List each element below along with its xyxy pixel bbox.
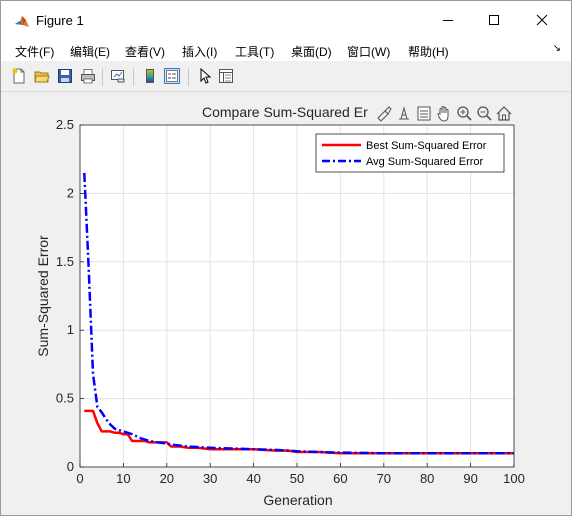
menu-insert[interactable]: 插入(I) <box>182 43 217 60</box>
x-tick-label: 70 <box>377 471 391 486</box>
toolbar-separator <box>188 68 189 86</box>
x-tick-label: 100 <box>503 471 525 486</box>
link-plot-icon[interactable] <box>110 68 126 84</box>
x-tick-label: 40 <box>246 471 260 486</box>
y-tick-label: 1.5 <box>56 254 74 269</box>
property-inspector-icon[interactable] <box>218 68 234 84</box>
menu-bar: 文件(F) 编辑(E) 查看(V) 插入(I) 工具(T) 桌面(D) 窗口(W… <box>1 39 571 61</box>
new-figure-icon[interactable] <box>11 68 27 84</box>
toolbar-separator <box>133 68 134 86</box>
open-file-icon[interactable] <box>34 68 50 84</box>
x-tick-label: 80 <box>420 471 434 486</box>
menu-edit[interactable]: 编辑(E) <box>70 43 110 60</box>
zoom-in-icon[interactable] <box>457 106 472 121</box>
menu-view[interactable]: 查看(V) <box>125 43 165 60</box>
colorbar-icon[interactable] <box>142 68 158 84</box>
close-icon <box>536 14 548 26</box>
x-tick-label: 10 <box>116 471 130 486</box>
legend[interactable]: Best Sum-Squared Error Avg Sum-Squared E… <box>315 133 505 173</box>
maximize-button[interactable] <box>471 1 517 39</box>
toolbar-separator <box>102 68 103 86</box>
menu-file[interactable]: 文件(F) <box>15 43 54 60</box>
maximize-icon <box>489 15 499 25</box>
dock-arrow-icon[interactable]: ↘ <box>553 43 561 54</box>
x-tick-label: 50 <box>290 471 304 486</box>
minimize-icon <box>443 20 453 21</box>
zoom-out-icon[interactable] <box>477 106 492 121</box>
y-tick-label: 2 <box>67 185 74 200</box>
menu-help[interactable]: 帮助(H) <box>408 43 449 60</box>
home-icon[interactable] <box>496 106 512 121</box>
chart-title: Compare Sum-Squared Er <box>202 104 368 120</box>
matlab-logo-icon <box>15 16 29 27</box>
x-tick-label: 0 <box>76 471 83 486</box>
y-tick-label: 0.5 <box>56 391 74 406</box>
x-axis-label: Generation <box>263 492 332 508</box>
window-title: Figure 1 <box>36 13 84 28</box>
x-tick-label: 20 <box>160 471 174 486</box>
axes-toolbar <box>377 106 512 122</box>
legend-icon[interactable] <box>164 68 180 84</box>
title-bar: Figure 1 <box>1 1 571 39</box>
minimize-button[interactable] <box>425 1 471 39</box>
x-tick-label: 30 <box>203 471 217 486</box>
menu-window[interactable]: 窗口(W) <box>347 43 390 60</box>
legend-label-avg: Avg Sum-Squared Error <box>366 156 484 168</box>
line-chart: 0 10 20 30 40 50 60 70 80 90 100 0 0.5 1 1.5 2 2.5 Compa… <box>35 104 525 508</box>
figure-canvas: 0 10 20 30 40 50 60 70 80 90 100 0 0.5 1 1.5 2 2.5 Compa… <box>9 93 564 515</box>
figure-window: Figure 1 文件(F) 编辑(E) 查看(V) 插入(I) 工具(T) 桌… <box>0 0 572 516</box>
x-tick-label: 60 <box>333 471 347 486</box>
y-tick-label: 0 <box>67 459 74 474</box>
legend-label-best: Best Sum-Squared Error <box>366 140 487 152</box>
x-tick-label: 90 <box>463 471 477 486</box>
data-tips-icon[interactable] <box>399 106 409 120</box>
y-tick-label: 1 <box>67 322 74 337</box>
print-icon[interactable] <box>80 68 96 84</box>
menu-tools[interactable]: 工具(T) <box>235 43 274 60</box>
zoom-pan-icon[interactable] <box>417 106 431 121</box>
close-button[interactable] <box>519 1 565 39</box>
save-icon[interactable] <box>57 68 73 84</box>
y-tick-label: 2.5 <box>56 117 74 132</box>
edit-plot-icon[interactable] <box>197 68 213 84</box>
y-axis-label: Sum-Squared Error <box>35 235 51 357</box>
pan-icon[interactable] <box>437 106 449 122</box>
menu-desktop[interactable]: 桌面(D) <box>291 43 332 60</box>
brush-icon[interactable] <box>377 106 392 122</box>
figure-toolbar <box>1 63 571 92</box>
